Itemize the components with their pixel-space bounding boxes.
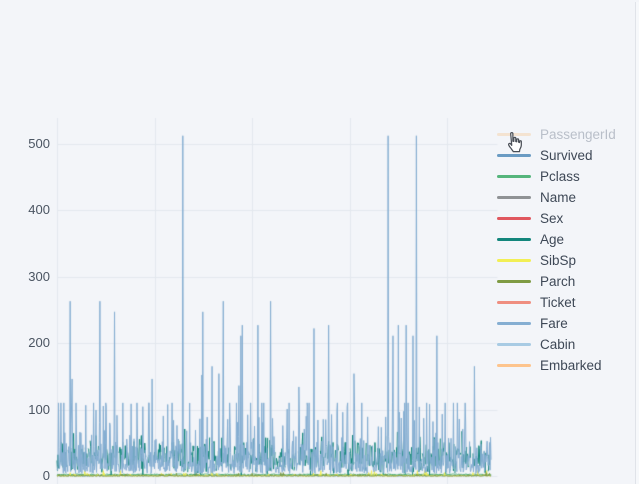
legend-line-swatch (497, 364, 531, 367)
legend-item-embarked[interactable]: Embarked (497, 355, 616, 376)
legend-label: Sex (540, 211, 564, 226)
legend-label: Age (540, 232, 565, 247)
y-tick-label: 500 (28, 135, 50, 151)
legend-line-swatch (497, 301, 531, 304)
legend-line-swatch (497, 280, 531, 283)
legend-item-parch[interactable]: Parch (497, 271, 616, 292)
y-tick-label: 0 (42, 468, 50, 483)
legend-item-ticket[interactable]: Ticket (497, 292, 616, 313)
legend-item-passengerid[interactable]: PassengerId (497, 124, 616, 145)
legend-label: SibSp (540, 253, 577, 268)
legend-item-survived[interactable]: Survived (497, 145, 616, 166)
legend-label: Fare (540, 316, 568, 331)
scrollbar-track[interactable] (635, 2, 639, 484)
y-tick-label: 100 (28, 401, 50, 417)
legend-line-swatch (497, 154, 531, 157)
legend-label: Survived (540, 148, 593, 163)
y-tick-label: 400 (28, 202, 50, 218)
legend-label: Pclass (540, 169, 580, 184)
legend-item-sex[interactable]: Sex (497, 208, 616, 229)
legend-item-cabin[interactable]: Cabin (497, 334, 616, 355)
y-tick-label: 300 (28, 268, 50, 284)
legend-label: Cabin (540, 337, 576, 352)
legend-line-swatch (497, 259, 531, 262)
legend-label: PassengerId (540, 127, 616, 142)
legend-line-swatch (497, 175, 531, 178)
legend-line-swatch (497, 133, 531, 136)
legend-item-fare[interactable]: Fare (497, 313, 616, 334)
plotly-figure: 0 100 200 300 400 500 PassengerId Survived Pcla… (0, 0, 639, 484)
legend-label: Parch (540, 274, 576, 289)
legend-line-swatch (497, 196, 531, 199)
legend-line-swatch (497, 238, 531, 241)
legend-item-sibsp[interactable]: SibSp (497, 250, 616, 271)
y-tick-label: 200 (28, 335, 50, 351)
legend-item-name[interactable]: Name (497, 187, 616, 208)
chart-legend: PassengerId Survived Pclass Name Sex Age SibSp… (497, 124, 616, 376)
legend-label: Ticket (540, 295, 576, 310)
legend-line-swatch (497, 322, 531, 325)
legend-label: Embarked (540, 358, 602, 373)
legend-label: Name (540, 190, 577, 205)
legend-line-swatch (497, 343, 531, 346)
legend-item-pclass[interactable]: Pclass (497, 166, 616, 187)
legend-item-age[interactable]: Age (497, 229, 616, 250)
legend-line-swatch (497, 217, 531, 220)
